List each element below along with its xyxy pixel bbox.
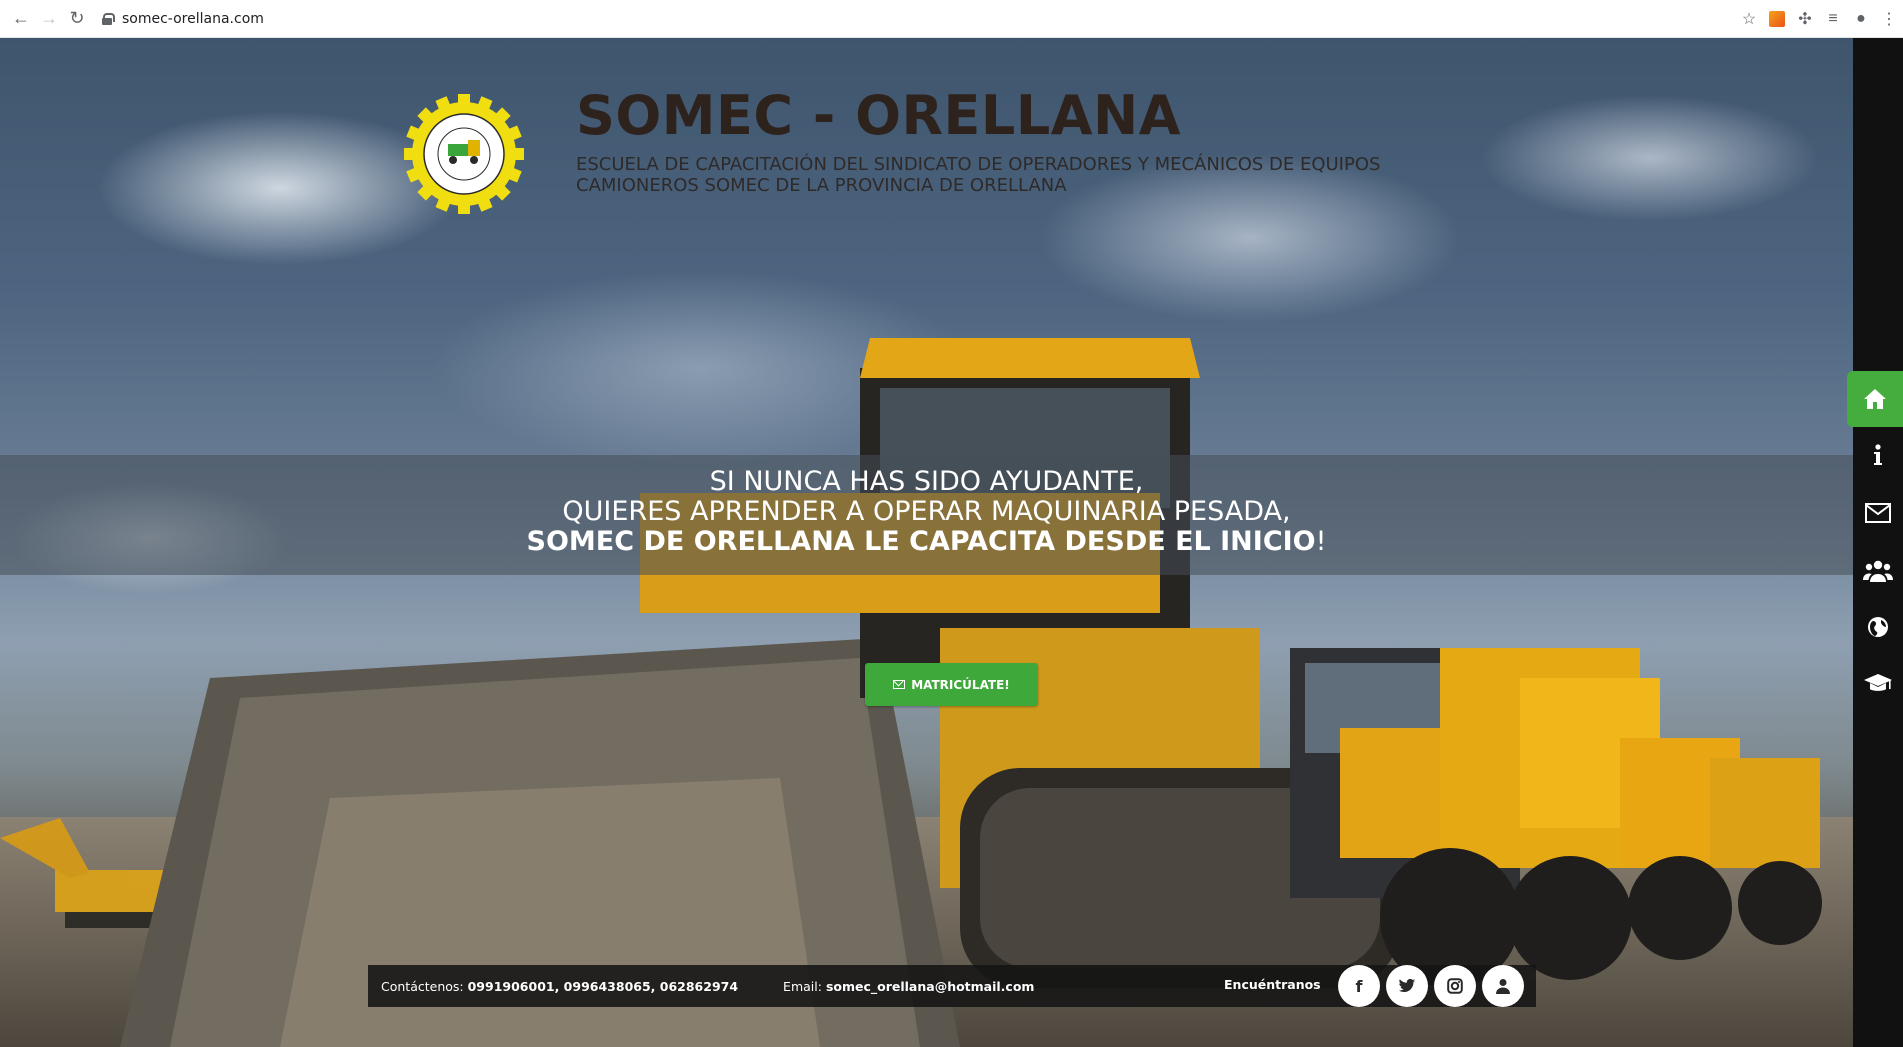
find-us-label: Encuéntranos	[1224, 977, 1321, 992]
bookmark-star-icon[interactable]: ☆	[1735, 5, 1763, 33]
info-icon[interactable]	[1853, 427, 1903, 483]
facebook-icon[interactable]: f	[1338, 965, 1380, 1007]
right-sidebar-nav	[1847, 38, 1903, 1047]
phone-numbers: 0991906001, 0996438065, 062862974	[467, 978, 739, 994]
group-icon[interactable]	[1853, 543, 1903, 599]
contact-phones: Contáctenos: 0991906001, 0996438065, 062…	[381, 979, 738, 994]
banner-line-3-suffix: !	[1315, 526, 1327, 557]
subtitle-line-2: CAMIONEROS SOMEC DE LA PROVINCIA DE OREL…	[576, 175, 1067, 196]
phone-label: Contáctenos:	[381, 978, 464, 994]
hero-banner: SI NUNCA HAS SIDO AYUDANTE, QUIERES APRE…	[0, 455, 1853, 575]
envelope-icon	[893, 680, 906, 689]
hero-section: SOMEC - ORELLANA ESCUELA DE CAPACITACIÓN…	[0, 38, 1853, 1047]
address-bar[interactable]: somec-orellana.com	[102, 5, 1742, 33]
enroll-button-label: MATRICÚLATE!	[911, 677, 1010, 692]
email-label: Email:	[783, 978, 822, 994]
envelope-icon[interactable]	[1853, 485, 1903, 541]
globe-icon[interactable]	[1853, 599, 1903, 655]
contact-bar: Contáctenos: 0991906001, 0996438065, 062…	[368, 965, 1536, 1007]
banner-line-1: SI NUNCA HAS SIDO AYUDANTE,	[709, 466, 1144, 497]
puzzle-icon[interactable]: ✣	[1791, 5, 1819, 33]
url-text: somec-orellana.com	[122, 10, 264, 27]
extension-icon[interactable]	[1763, 5, 1791, 33]
instagram-icon[interactable]	[1434, 965, 1476, 1007]
somec-logo	[404, 94, 524, 214]
banner-line-2: QUIERES APRENDER A OPERAR MAQUINARIA PES…	[562, 496, 1291, 527]
profile-icon[interactable]: ●	[1847, 5, 1875, 33]
banner-line-3-strong: SOMEC DE ORELLANA LE CAPACITA DESDE EL I…	[526, 526, 1316, 557]
site-subtitle: ESCUELA DE CAPACITACIÓN DEL SINDICATO DE…	[576, 154, 1436, 196]
graduation-cap-icon[interactable]	[1853, 655, 1903, 711]
site-title: SOMEC - ORELLANA	[576, 84, 1182, 147]
home-icon[interactable]	[1847, 371, 1903, 427]
email-address[interactable]: somec_orellana@hotmail.com	[826, 979, 1035, 994]
forward-icon[interactable]: →	[38, 8, 60, 30]
banner-line-3: SOMEC DE ORELLANA LE CAPACITA DESDE EL I…	[0, 527, 1853, 557]
browser-toolbar: ← → ↻ somec-orellana.com ☆ ✣ ≡ ● ⋮	[0, 0, 1903, 38]
lock-icon	[102, 12, 115, 25]
subtitle-line-1: ESCUELA DE CAPACITACIÓN DEL SINDICATO DE…	[576, 154, 1381, 175]
reading-list-icon[interactable]: ≡	[1819, 5, 1847, 33]
twitter-icon[interactable]	[1386, 965, 1428, 1007]
user-icon[interactable]	[1482, 965, 1524, 1007]
enroll-button[interactable]: MATRICÚLATE!	[865, 663, 1038, 706]
back-icon[interactable]: ←	[10, 8, 32, 30]
menu-icon[interactable]: ⋮	[1875, 5, 1903, 33]
reload-icon[interactable]: ↻	[66, 8, 88, 30]
contact-email: Email: somec_orellana@hotmail.com	[783, 979, 1034, 994]
